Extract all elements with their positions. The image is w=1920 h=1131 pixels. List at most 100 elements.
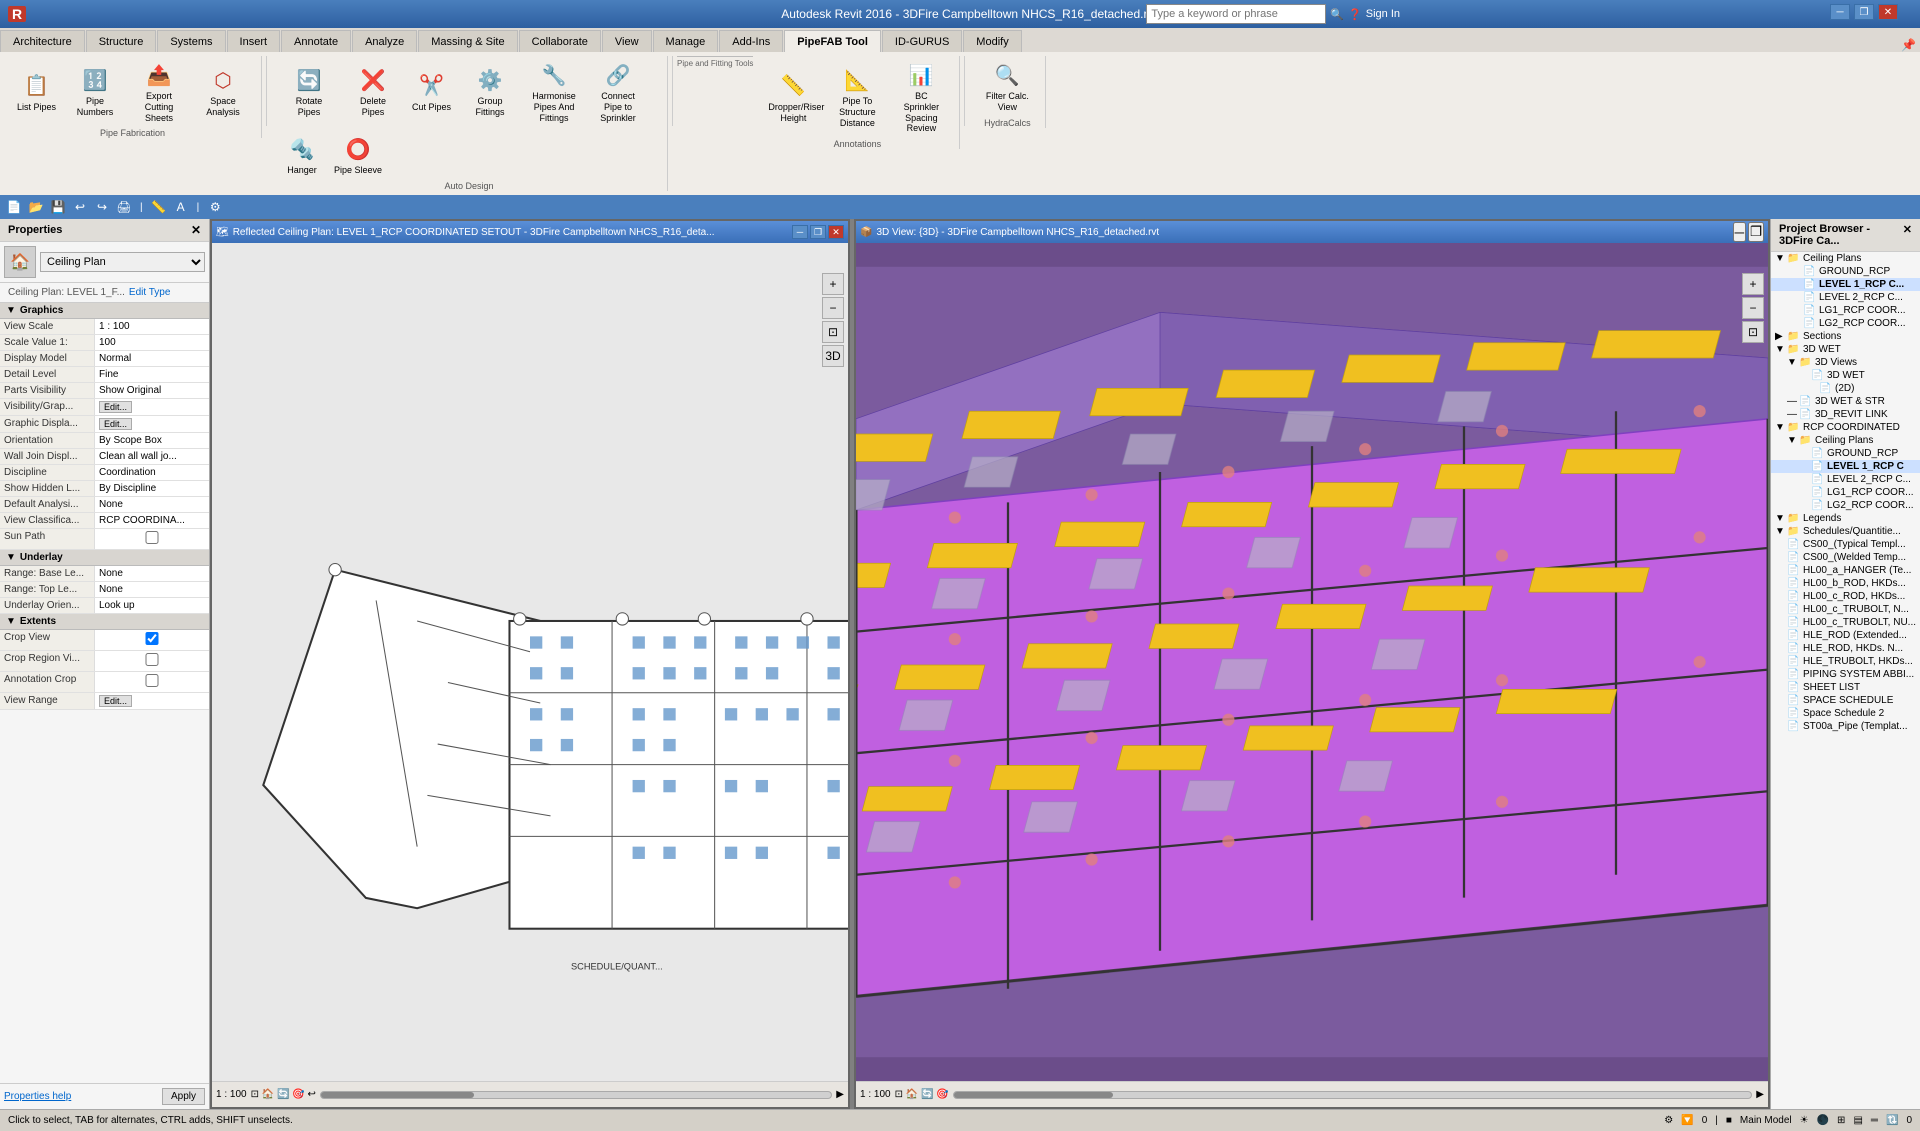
prop-section-graphics[interactable]: ▼ Graphics: [0, 303, 209, 319]
dropper-riser-button[interactable]: 📏 Dropper/Riser Height: [763, 67, 823, 127]
tree-space-schedule2[interactable]: 📄Space Schedule 2: [1771, 707, 1920, 720]
tree-3dwet-view[interactable]: 📄3D WET: [1771, 369, 1920, 382]
tab-annotate[interactable]: Annotate: [281, 30, 351, 52]
tree-hl00-c-rod[interactable]: 📄HL00_c_ROD, HKDs...: [1771, 590, 1920, 603]
pipe-structure-button[interactable]: 📐 Pipe To Structure Distance: [827, 61, 887, 131]
lv-icon-4[interactable]: 🎯: [292, 1089, 304, 1100]
qa-print-icon[interactable]: 🖨: [114, 197, 134, 217]
status-filter-icon[interactable]: 🔽: [1681, 1115, 1693, 1126]
tree-piping-system[interactable]: 📄PIPING SYSTEM ABBI...: [1771, 668, 1920, 681]
cut-pipes-button[interactable]: ✂️ Cut Pipes: [407, 67, 456, 116]
tree-rcp-lg1[interactable]: 📄LG1_RCP COOR...: [1771, 486, 1920, 499]
graphic-display-value[interactable]: Edit...: [95, 416, 209, 432]
tree-rcp-ceiling-plans[interactable]: ▼ 📁Ceiling Plans: [1771, 434, 1920, 447]
tree-level1-rcp[interactable]: 📄LEVEL 1_RCP C...: [1771, 278, 1920, 291]
qa-undo-icon[interactable]: ↩: [70, 197, 90, 217]
tree-hl00-c-trubolt1[interactable]: 📄HL00_c_TRUBOLT, N...: [1771, 603, 1920, 616]
tab-systems[interactable]: Systems: [157, 30, 225, 52]
nav-zoom-fit[interactable]: ⊡: [822, 321, 844, 343]
properties-help-link[interactable]: Properties help: [4, 1091, 71, 1102]
delete-pipes-button[interactable]: ❌ Delete Pipes: [343, 61, 403, 121]
right-nav-zoom-in[interactable]: +: [1742, 273, 1764, 295]
tree-3d-revit-link[interactable]: — 📄3D_REVIT LINK: [1771, 408, 1920, 421]
apply-button[interactable]: Apply: [162, 1088, 205, 1105]
right-view-minimize[interactable]: ─: [1733, 222, 1746, 242]
tree-ground-rcp[interactable]: 📄GROUND_RCP: [1771, 265, 1920, 278]
restore-button[interactable]: ❐: [1854, 4, 1874, 20]
minimize-button[interactable]: ─: [1830, 4, 1850, 20]
annotation-crop-checkbox[interactable]: [99, 674, 205, 687]
right-nav-zoom-out[interactable]: −: [1742, 297, 1764, 319]
status-shadow-icon[interactable]: 🌑: [1817, 1115, 1829, 1126]
visibility-edit-button[interactable]: Edit...: [99, 401, 132, 413]
crop-view-value[interactable]: [95, 630, 209, 650]
properties-close-button[interactable]: ✕: [191, 223, 201, 237]
status-sun-icon[interactable]: ☀: [1800, 1115, 1809, 1126]
tree-rcp-lg2[interactable]: 📄LG2_RCP COOR...: [1771, 499, 1920, 512]
rv-icon-3[interactable]: 🔄: [921, 1089, 933, 1100]
lv-icon-2[interactable]: 🏠: [262, 1089, 274, 1100]
ribbon-pin-icon[interactable]: 📌: [1901, 38, 1916, 52]
visibility-value[interactable]: Edit...: [95, 399, 209, 415]
annotation-crop-value[interactable]: [95, 672, 209, 692]
hanger-button[interactable]: 🔩 Hanger: [279, 130, 325, 179]
tree-hl00-c-trubolt2[interactable]: 📄HL00_c_TRUBOLT, NU...: [1771, 616, 1920, 629]
tree-sheet-list[interactable]: 📄SHEET LIST: [1771, 681, 1920, 694]
left-scrollbar[interactable]: [320, 1091, 832, 1099]
view-scale-value[interactable]: 1 : 100: [95, 319, 209, 334]
filter-calc-button[interactable]: 🔍 Filter Calc. View: [977, 56, 1037, 116]
tree-hl00-hanger[interactable]: 📄HL00_a_HANGER (Te...: [1771, 564, 1920, 577]
harmonise-button[interactable]: 🔧 Harmonise Pipes And Fittings: [524, 56, 584, 126]
close-button[interactable]: ✕: [1878, 4, 1898, 20]
qa-save-icon[interactable]: 💾: [48, 197, 68, 217]
qa-redo-icon[interactable]: ↪: [92, 197, 112, 217]
right-scrollbar[interactable]: [953, 1091, 1753, 1099]
tree-rcp-coordinated[interactable]: ▼ 📁RCP COORDINATED: [1771, 421, 1920, 434]
qa-measure-icon[interactable]: 📏: [149, 197, 169, 217]
lv-right-arrow[interactable]: ▶: [836, 1089, 844, 1100]
tab-architecture[interactable]: Architecture: [0, 30, 85, 52]
status-graphics-icon[interactable]: ■: [1726, 1115, 1732, 1126]
tree-st00a-pipe[interactable]: 📄ST00a_Pipe (Templat...: [1771, 720, 1920, 733]
edit-type-button[interactable]: Edit Type: [129, 287, 171, 298]
prop-type-dropdown[interactable]: Ceiling Plan: [40, 252, 205, 272]
tab-analyze[interactable]: Analyze: [352, 30, 417, 52]
search-icon[interactable]: 🔍: [1330, 8, 1344, 21]
pipe-numbers-button[interactable]: 🔢 Pipe Numbers: [65, 61, 125, 121]
tree-rcp-level1[interactable]: 📄LEVEL 1_RCP C: [1771, 460, 1920, 473]
pipe-sleeve-button[interactable]: ⭕ Pipe Sleeve: [329, 130, 387, 179]
tab-manage[interactable]: Manage: [653, 30, 719, 52]
tree-hle-rod-ext[interactable]: 📄HLE_ROD (Extended...: [1771, 629, 1920, 642]
rv-icon-2[interactable]: 🏠: [906, 1089, 918, 1100]
tree-2d-view[interactable]: 📄(2D): [1771, 382, 1920, 395]
nav-3d[interactable]: 3D: [822, 345, 844, 367]
nav-zoom-in[interactable]: +: [822, 273, 844, 295]
crop-region-value[interactable]: [95, 651, 209, 671]
project-browser-close[interactable]: ✕: [1903, 223, 1912, 247]
tree-3dwet-str[interactable]: — 📄3D WET & STR: [1771, 395, 1920, 408]
lv-icon-1[interactable]: ⊡: [251, 1089, 259, 1100]
tab-collaborate[interactable]: Collaborate: [519, 30, 601, 52]
group-fittings-button[interactable]: ⚙️ Group Fittings: [460, 61, 520, 121]
lv-icon-5[interactable]: ↩: [307, 1089, 315, 1100]
tree-space-schedule[interactable]: 📄SPACE SCHEDULE: [1771, 694, 1920, 707]
qa-new-icon[interactable]: 📄: [4, 197, 24, 217]
rv-icon-1[interactable]: ⊡: [895, 1089, 903, 1100]
tab-massing[interactable]: Massing & Site: [418, 30, 517, 52]
tree-hle-rod-hkds[interactable]: 📄HLE_ROD, HKDs. N...: [1771, 642, 1920, 655]
tree-lg1-rcp[interactable]: 📄LG1_RCP COOR...: [1771, 304, 1920, 317]
tree-cs00-typical[interactable]: 📄CS00_(Typical Templ...: [1771, 538, 1920, 551]
tab-idgurus[interactable]: ID-GURUS: [882, 30, 962, 52]
help-icon[interactable]: ❓: [1348, 8, 1362, 21]
tree-level2-rcp[interactable]: 📄LEVEL 2_RCP C...: [1771, 291, 1920, 304]
crop-region-checkbox[interactable]: [99, 653, 205, 666]
sign-in-label[interactable]: Sign In: [1366, 8, 1400, 20]
tree-hle-trubolt[interactable]: 📄HLE_TRUBOLT, HKDs...: [1771, 655, 1920, 668]
right-nav-fit[interactable]: ⊡: [1742, 321, 1764, 343]
tree-rcp-level2[interactable]: 📄LEVEL 2_RCP C...: [1771, 473, 1920, 486]
status-settings-icon[interactable]: ⚙: [1664, 1115, 1673, 1126]
tree-3dwet[interactable]: ▼ 📁3D WET: [1771, 343, 1920, 356]
rotate-pipes-button[interactable]: 🔄 Rotate Pipes: [279, 61, 339, 121]
tree-sections[interactable]: ▶ 📁Sections: [1771, 330, 1920, 343]
nav-zoom-out[interactable]: −: [822, 297, 844, 319]
